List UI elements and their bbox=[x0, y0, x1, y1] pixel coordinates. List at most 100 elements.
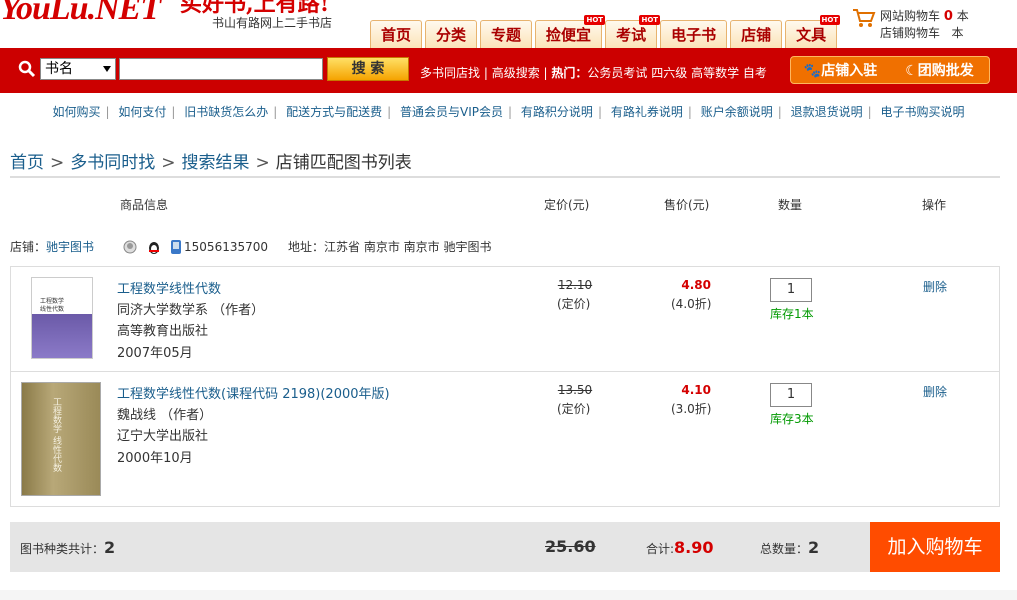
list-price-note: (定价) bbox=[557, 402, 591, 416]
stock-label: 库存1本 bbox=[770, 307, 814, 321]
quantity-total: 总数量：2 bbox=[760, 538, 820, 557]
book-publisher: 辽宁大学出版社 bbox=[117, 429, 209, 444]
help-link[interactable]: 有路积分说明 bbox=[521, 105, 593, 119]
hot-term[interactable]: 高等数学 bbox=[691, 66, 739, 80]
hot-term[interactable]: 自考 bbox=[743, 66, 767, 80]
kinds-total: 图书种类共计：2 bbox=[20, 538, 116, 557]
nav-tab-category[interactable]: 分类 bbox=[425, 20, 478, 48]
shop-address: 江苏省 南京市 南京市 驰宇图书 bbox=[324, 240, 492, 254]
phone-icon bbox=[171, 239, 182, 254]
book-pub-date: 2007年05月 bbox=[117, 346, 193, 361]
quantity-input[interactable]: 1 bbox=[770, 383, 812, 407]
paw-icon: 🐾 bbox=[803, 63, 822, 79]
col-header-quantity: 数量 bbox=[778, 198, 803, 212]
help-link[interactable]: 如何购买 bbox=[52, 105, 100, 119]
discount-label: (3.0折) bbox=[671, 402, 712, 416]
advanced-search-link[interactable]: 高级搜索 bbox=[492, 66, 540, 80]
nav-tab-ebook[interactable]: 电子书 bbox=[660, 20, 728, 48]
book-cover[interactable]: 工程数学 线性代数 bbox=[31, 277, 93, 359]
sale-price: 4.10 bbox=[681, 383, 711, 397]
search-icon bbox=[18, 60, 36, 78]
breadcrumb-home[interactable]: 首页 bbox=[10, 153, 44, 173]
sale-total: 合计:8.90 bbox=[646, 538, 714, 557]
delete-link[interactable]: 删除 bbox=[923, 383, 947, 400]
site-cart-count: 0 bbox=[943, 9, 953, 24]
add-to-cart-button[interactable]: 加入购物车 bbox=[870, 522, 1000, 572]
hot-term[interactable]: 公务员考试 bbox=[587, 66, 647, 80]
help-link[interactable]: 普通会员与VIP会员 bbox=[400, 105, 503, 119]
nav-tab-bargain[interactable]: 捡便宜 HOT bbox=[535, 15, 606, 48]
help-link[interactable]: 账户余额说明 bbox=[701, 105, 773, 119]
table-row: 工程数学 线性代数 工程数学线性代数(课程代码 2198)(2000年版) 魏战… bbox=[10, 371, 1000, 507]
site-cart-label: 网站购物车 bbox=[880, 9, 941, 23]
list-price: 12.10 bbox=[557, 278, 593, 292]
main-nav: 首页 分类 专题 捡便宜 HOT 考试 HOT 电子书 店铺 文具 HOT bbox=[370, 15, 841, 48]
nav-tab-topics[interactable]: 专题 bbox=[480, 20, 533, 48]
help-links: 如何购买 | 如何支付 | 旧书缺货怎么办 | 配送方式与配送费 | 普通会员与VIP会… bbox=[52, 105, 965, 119]
chevron-down-icon bbox=[103, 66, 111, 72]
sale-price: 4.80 bbox=[681, 278, 711, 292]
col-header-action: 操作 bbox=[922, 198, 947, 212]
shop-address-label: 地址： bbox=[288, 240, 325, 254]
book-author: 同济大学数学系 （作者） bbox=[117, 303, 265, 318]
book-pub-date: 2000年10月 bbox=[117, 451, 193, 466]
shop-cart-unit: 本 bbox=[951, 26, 964, 40]
book-title-link[interactable]: 工程数学线性代数 bbox=[117, 278, 221, 297]
book-title-link[interactable]: 工程数学线性代数(课程代码 2198)(2000年版) bbox=[117, 383, 390, 402]
delete-link[interactable]: 删除 bbox=[923, 278, 947, 295]
group-buy-button[interactable]: ☾团购批发 bbox=[890, 60, 989, 80]
search-type-select[interactable]: 书名 bbox=[40, 58, 116, 80]
multi-book-search-link[interactable]: 多书同店找 bbox=[420, 66, 480, 80]
breadcrumb-multi-search[interactable]: 多书同时找 bbox=[70, 153, 155, 173]
book-publisher: 高等教育出版社 bbox=[117, 324, 209, 339]
search-input[interactable] bbox=[119, 58, 323, 80]
list-price: 13.50 bbox=[557, 383, 593, 397]
page-bottom bbox=[0, 590, 1017, 600]
cart-summary-bar: 图书种类共计：2 25.60 合计:8.90 总数量：2 加入购物车 bbox=[10, 522, 1000, 572]
list-price-total: 25.60 bbox=[545, 537, 596, 556]
help-link[interactable]: 有路礼券说明 bbox=[611, 105, 683, 119]
list-price-note: (定价) bbox=[557, 297, 591, 311]
hot-badge: HOT bbox=[819, 15, 841, 25]
divider bbox=[10, 176, 1000, 178]
help-link[interactable]: 退款退货说明 bbox=[791, 105, 863, 119]
hot-label: 热门： bbox=[551, 66, 588, 80]
help-link[interactable]: 旧书缺货怎么办 bbox=[184, 105, 268, 119]
quantity-input[interactable]: 1 bbox=[770, 278, 812, 302]
book-author: 魏战线 （作者） bbox=[117, 408, 213, 423]
nav-tab-stationery[interactable]: 文具 HOT bbox=[785, 15, 841, 48]
col-header-list-price: 定价(元) bbox=[544, 198, 590, 212]
hot-badge: HOT bbox=[584, 15, 606, 25]
breadcrumb-current: 店铺匹配图书列表 bbox=[275, 153, 412, 173]
nav-tab-home[interactable]: 首页 bbox=[370, 20, 423, 48]
book-cover[interactable]: 工程数学 线性代数 bbox=[21, 382, 101, 496]
shop-info: 店铺： 驰宇图书 15056135700 地址： 江苏省 南京市 南京市 驰宇图… bbox=[10, 238, 491, 255]
col-header-info: 商品信息 bbox=[120, 198, 169, 212]
nav-tab-shops[interactable]: 店铺 bbox=[730, 20, 783, 48]
breadcrumb: 首页 > 多书同时找 > 搜索结果 > 店铺匹配图书列表 bbox=[10, 153, 412, 173]
table-row: 工程数学 线性代数 工程数学线性代数 同济大学数学系 （作者） 高等教育出版社 2… bbox=[10, 266, 1000, 372]
site-cart-unit: 本 bbox=[956, 9, 969, 23]
shop-cart-label: 店铺购物车 bbox=[880, 26, 941, 40]
help-link[interactable]: 如何支付 bbox=[118, 105, 166, 119]
breadcrumb-search-results[interactable]: 搜索结果 bbox=[182, 153, 250, 173]
cart-summary[interactable]: 网站购物车 0 本 店铺购物车 本 bbox=[852, 8, 969, 41]
shopping-cart-icon bbox=[853, 9, 876, 27]
moon-icon: ☾ bbox=[905, 63, 918, 79]
site-logo[interactable]: YouLu.NET bbox=[0, 0, 161, 28]
help-link[interactable]: 电子书购买说明 bbox=[880, 105, 964, 119]
shop-name-link[interactable]: 驰宇图书 bbox=[46, 238, 94, 255]
shop-actions: 🐾店铺入驻 ☾团购批发 bbox=[790, 56, 990, 84]
shop-phone: 15056135700 bbox=[184, 239, 269, 254]
nav-tab-exam[interactable]: 考试 HOT bbox=[605, 15, 661, 48]
site-header: YouLu.NET 买好书,上有路! 书山有路网上二手书店 首页 分类 专题 捡… bbox=[0, 0, 1017, 48]
hot-term[interactable]: 四六级 bbox=[651, 66, 687, 80]
help-link[interactable]: 配送方式与配送费 bbox=[286, 105, 382, 119]
search-button[interactable]: 搜 索 bbox=[327, 57, 409, 81]
shop-enter-button[interactable]: 🐾店铺入驻 bbox=[791, 60, 890, 80]
hot-badge: HOT bbox=[639, 15, 661, 25]
site-tagline: 书山有路网上二手书店 bbox=[212, 16, 333, 30]
search-links: 多书同店找 | 高级搜索 | 热门：公务员考试 四六级 高等数学 自考 bbox=[420, 66, 767, 80]
qq-icon[interactable] bbox=[146, 239, 162, 255]
chat-bubble-icon[interactable] bbox=[122, 239, 138, 255]
